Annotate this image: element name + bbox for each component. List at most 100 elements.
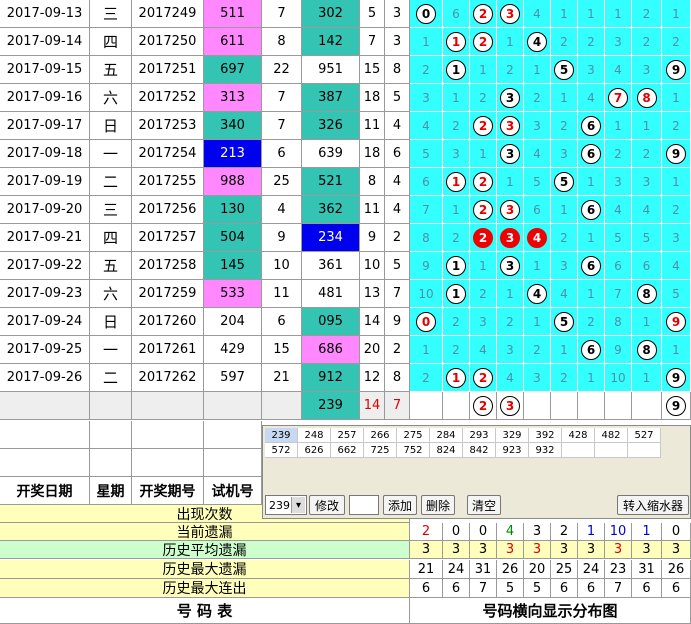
streak-value: 6 xyxy=(662,579,691,598)
avg-value: 3 xyxy=(578,541,605,559)
candidate-number[interactable]: 842 xyxy=(463,443,496,458)
weekday: 二 xyxy=(90,364,132,392)
candidate-number[interactable] xyxy=(628,443,661,458)
issue-number: 2017258 xyxy=(132,252,204,280)
dist-cell: 2 xyxy=(551,224,578,252)
predict-dist-cell: 2 xyxy=(470,392,497,420)
modify-button[interactable]: 修改 xyxy=(309,495,345,515)
delete-button[interactable]: 删除 xyxy=(421,495,455,515)
trial-span: 4 xyxy=(385,168,410,196)
candidate-number[interactable]: 923 xyxy=(496,443,529,458)
current-value: 1 xyxy=(632,523,662,541)
number-ball: 2 xyxy=(473,395,493,416)
issue-number: 2017255 xyxy=(132,168,204,196)
candidate-number[interactable]: 824 xyxy=(430,443,463,458)
predict-dist-cell xyxy=(524,392,551,420)
candidate-number[interactable]: 239 xyxy=(265,428,298,443)
candidate-number[interactable]: 527 xyxy=(628,428,661,443)
trial-number: 686 xyxy=(302,336,360,364)
weekday: 日 xyxy=(90,112,132,140)
max-label: 历史最大遗漏 xyxy=(0,560,410,579)
trial-number: 521 xyxy=(302,168,360,196)
trial-sum: 11 xyxy=(360,196,385,224)
number-ball: 2 xyxy=(473,171,493,192)
predict-dist-cell: 9 xyxy=(662,392,691,420)
dist-cell: 1 xyxy=(497,28,524,56)
draw-date: 2017-09-22 xyxy=(0,252,90,280)
candidate-number[interactable]: 266 xyxy=(364,428,397,443)
draw-sum: 25 xyxy=(262,168,302,196)
dist-cell: 3 xyxy=(524,112,551,140)
dist-cell: 3 xyxy=(551,140,578,168)
draw-sum: 11 xyxy=(262,280,302,308)
transfer-to-shrinker-button[interactable]: 转入缩水器 xyxy=(617,495,689,515)
issue-number: 2017252 xyxy=(132,84,204,112)
candidate-number[interactable]: 248 xyxy=(298,428,331,443)
max-value: 26 xyxy=(497,560,524,579)
dist-cell: 1 xyxy=(578,0,605,28)
dist-cell: 1 xyxy=(551,196,578,224)
dist-cell: 3 xyxy=(497,252,524,280)
predict-dist-cell xyxy=(605,392,632,420)
trial-span: 3 xyxy=(385,0,410,28)
candidate-number[interactable]: 752 xyxy=(397,443,430,458)
clear-button[interactable]: 清空 xyxy=(467,495,501,515)
candidate-number[interactable]: 932 xyxy=(529,443,562,458)
dist-cell: 1 xyxy=(662,0,691,28)
max-value: 25 xyxy=(551,560,578,579)
candidate-number[interactable]: 482 xyxy=(595,428,628,443)
candidate-number[interactable]: 329 xyxy=(496,428,529,443)
dist-cell: 6 xyxy=(578,140,605,168)
number-ball: 5 xyxy=(554,171,574,192)
candidate-number[interactable]: 275 xyxy=(397,428,430,443)
weekday: 一 xyxy=(90,336,132,364)
candidate-number[interactable]: 626 xyxy=(298,443,331,458)
trial-sum: 14 xyxy=(360,308,385,336)
draw-sum: 21 xyxy=(262,364,302,392)
dist-cell: 2 xyxy=(443,308,470,336)
trial-sum: 13 xyxy=(360,280,385,308)
predict-dist-cell xyxy=(410,392,443,420)
dist-cell: 2 xyxy=(470,168,497,196)
dist-cell: 4 xyxy=(605,56,632,84)
dist-cell: 9 xyxy=(662,140,691,168)
blank-cell xyxy=(0,449,90,477)
dist-cell: 1 xyxy=(410,28,443,56)
current-value: 2 xyxy=(551,523,578,541)
dist-cell: 1 xyxy=(524,308,551,336)
dist-cell: 3 xyxy=(605,28,632,56)
dist-cell: 2 xyxy=(551,364,578,392)
candidate-number[interactable]: 572 xyxy=(265,443,298,458)
predict-dist-cell xyxy=(443,392,470,420)
trial-sum: 18 xyxy=(360,140,385,168)
candidate-number[interactable]: 725 xyxy=(364,443,397,458)
chevron-down-icon[interactable]: ▾ xyxy=(291,497,305,513)
candidate-number[interactable]: 293 xyxy=(463,428,496,443)
dist-cell: 2 xyxy=(470,112,497,140)
candidate-number[interactable]: 257 xyxy=(331,428,364,443)
candidate-number[interactable]: 392 xyxy=(529,428,562,443)
candidate-number[interactable]: 662 xyxy=(331,443,364,458)
dist-cell: 5 xyxy=(524,168,551,196)
blank-cell xyxy=(132,449,204,477)
number-ball: 3 xyxy=(500,227,520,248)
trial-sum: 11 xyxy=(360,112,385,140)
number-ball: 6 xyxy=(581,255,601,276)
candidate-number[interactable] xyxy=(595,443,628,458)
current-value: 0 xyxy=(443,523,470,541)
candidate-number[interactable] xyxy=(562,443,595,458)
dist-cell: 1 xyxy=(524,56,551,84)
weekday: 六 xyxy=(90,280,132,308)
dist-cell: 3 xyxy=(497,224,524,252)
number-input[interactable] xyxy=(349,495,379,515)
current-value: 2 xyxy=(410,523,443,541)
candidate-number[interactable]: 428 xyxy=(562,428,595,443)
add-button[interactable]: 添加 xyxy=(383,495,417,515)
candidate-number[interactable]: 284 xyxy=(430,428,463,443)
dist-cell: 10 xyxy=(605,364,632,392)
trial-number: 326 xyxy=(302,112,360,140)
issue-number: 2017253 xyxy=(132,112,204,140)
dist-cell: 8 xyxy=(410,224,443,252)
number-select[interactable]: 239 ▾ xyxy=(265,495,307,515)
dist-cell: 1 xyxy=(410,336,443,364)
